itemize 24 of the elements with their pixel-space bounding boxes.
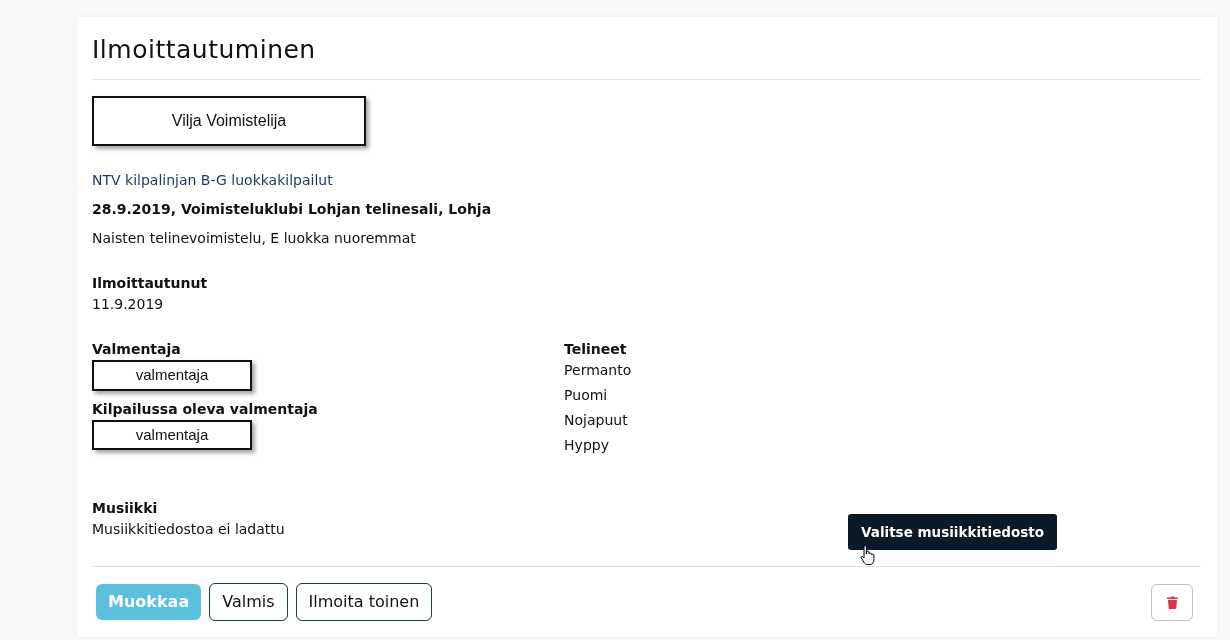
competition-date-place: 28.9.2019, Voimisteluklubi Lohjan telinesali, Lohja: [92, 200, 493, 219]
gymnast-name: Vilja Voimistelija: [92, 96, 366, 146]
apparatus-item: Puomi: [564, 386, 609, 405]
action-button[interactable]: Ilmoita toinen: [295, 583, 433, 622]
page-title: Ilmoittautuminen: [92, 34, 317, 66]
coach-name: valmentaja: [92, 419, 252, 450]
field-label: Telineet: [564, 340, 628, 359]
action-button[interactable]: Valmis: [209, 583, 288, 622]
apparatus-item: Permanto: [564, 361, 633, 380]
field-label: Kilpailussa oleva valmentaja: [92, 399, 319, 419]
apparatus-item: Hyppy: [564, 436, 610, 455]
field-value: Musiikkitiedostoa ei ladattu: [92, 520, 286, 539]
trash-icon: [1166, 595, 1178, 609]
coach-name: valmentaja: [92, 360, 252, 391]
apparatus-item: Nojapuut: [564, 411, 629, 430]
hand-cursor-icon: [860, 544, 877, 566]
delete-button[interactable]: [1151, 583, 1193, 621]
field-value: 11.9.2019: [92, 295, 165, 314]
choose-file-button[interactable]: Valitse musiikkitiedosto: [848, 514, 1057, 551]
field-label: Valmentaja: [92, 340, 182, 359]
competition-category: Naisten telinevoimistelu, E luokka nuoremmat: [92, 229, 417, 248]
field-label: Ilmoittautunut: [92, 274, 209, 293]
competition-name: NTV kilpalinjan B-G luokkakilpailut: [92, 171, 334, 190]
field-label: Musiikki: [92, 499, 159, 518]
